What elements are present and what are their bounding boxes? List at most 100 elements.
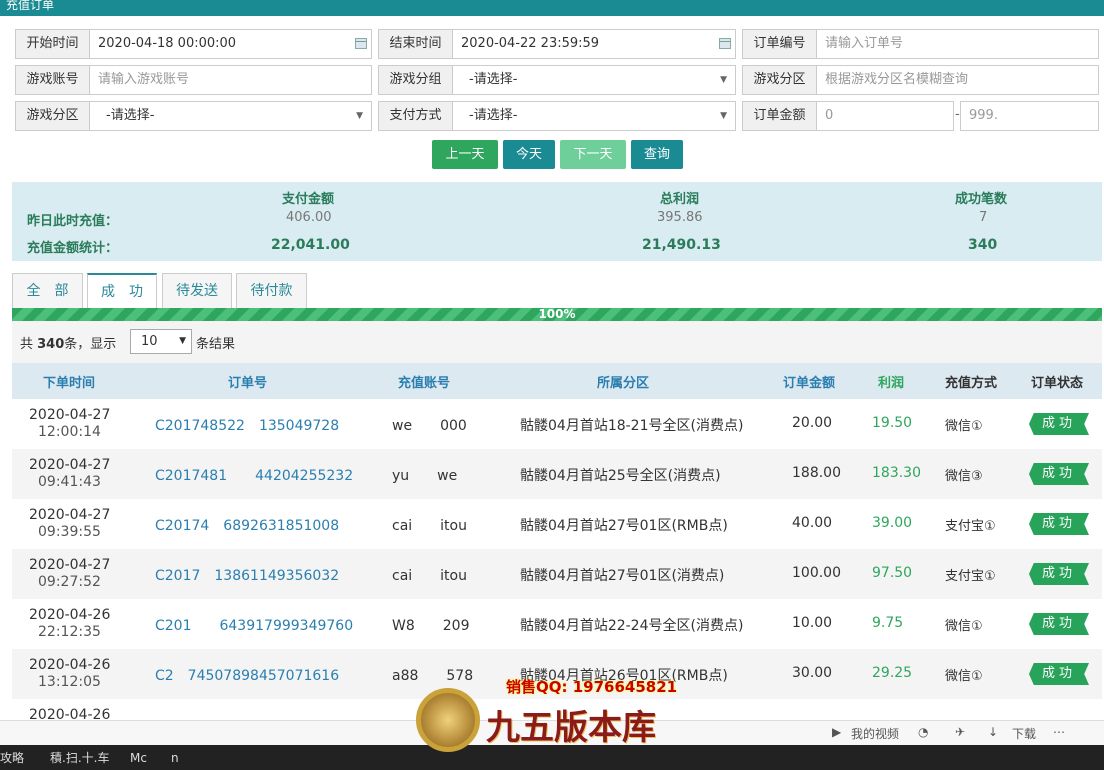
row-account: yu we	[392, 468, 458, 484]
col-account[interactable]: 充值账号	[398, 372, 450, 391]
prev-day-button[interactable]: 上一天	[432, 140, 498, 169]
more-icon[interactable]: ⋯	[1053, 725, 1065, 739]
stats-yesterday-profit: 395.86	[657, 210, 703, 225]
stats-total-pay: 22,041.00	[271, 237, 350, 253]
row-order-no[interactable]: C2017481 44204255232	[155, 465, 353, 485]
stats-row2-label: 充值金额统计：	[27, 241, 119, 256]
amount-min-field[interactable]: 订单金额 0	[742, 101, 954, 131]
download-link[interactable]: 下载	[1012, 725, 1036, 742]
row-zone: 骷髅04月首站18-21号全区(消费点)	[520, 418, 744, 434]
chevron-down-icon[interactable]: ▼	[720, 102, 727, 130]
game-group-select[interactable]: -请选择-	[453, 66, 735, 94]
row-amount: 20.00	[792, 415, 833, 431]
stats-header-profit: 总利润	[660, 192, 700, 207]
game-group-field[interactable]: 游戏分组 -请选择- ▼	[378, 65, 736, 95]
taskbar-item[interactable]: 積.扫.十.车	[50, 749, 109, 766]
stats-yesterday-count: 7	[979, 210, 988, 225]
speed-icon[interactable]: ◔	[918, 725, 928, 739]
dragon-logo-icon	[416, 688, 480, 752]
amount-min-input[interactable]: 0	[817, 102, 953, 130]
row-date: 2020-04-27	[29, 407, 111, 423]
header-title: 充值订单	[6, 0, 55, 12]
game-zone-label: 游戏分区	[16, 102, 90, 130]
status-badge: 成功	[1029, 613, 1089, 635]
video-icon[interactable]: ▶	[832, 725, 841, 739]
chevron-down-icon[interactable]: ▼	[179, 330, 186, 353]
chevron-down-icon[interactable]: ▼	[356, 102, 363, 130]
start-time-input[interactable]: 2020-04-18 00:00:00	[90, 30, 371, 58]
game-zone-field[interactable]: 游戏分区 -请选择- ▼	[15, 101, 372, 131]
row-date: 2020-04-26	[29, 607, 111, 623]
pin-icon[interactable]: ✈	[955, 725, 965, 739]
taskbar-item[interactable]: 攻略	[0, 749, 24, 766]
game-account-field[interactable]: 游戏账号 请输入游戏账号	[15, 65, 372, 95]
row-order-no[interactable]: C201 643917999349760	[155, 615, 353, 635]
status-badge: 成功	[1029, 663, 1089, 685]
taskbar-item[interactable]: Mc n	[130, 749, 179, 766]
row-order-no[interactable]: C20174 6892631851008	[155, 515, 339, 535]
amount-max-field[interactable]: 999.	[960, 101, 1099, 131]
order-no-input[interactable]: 请输入订单号	[817, 30, 1098, 58]
my-video-link[interactable]: 我的视频	[851, 725, 899, 742]
game-zone-select[interactable]: -请选择-	[90, 102, 371, 130]
start-time-field[interactable]: 开始时间 2020-04-18 00:00:00	[15, 29, 372, 59]
stats-header-count: 成功笔数	[955, 192, 1008, 207]
row-account: cai itou	[392, 568, 467, 584]
col-status[interactable]: 订单状态	[1031, 372, 1083, 391]
next-day-button[interactable]: 下一天	[560, 140, 626, 169]
row-order-no[interactable]: C2017 13861149356032	[155, 565, 339, 585]
query-button[interactable]: 查询	[631, 140, 683, 169]
col-amount[interactable]: 订单金额	[783, 372, 835, 391]
table-row: 2020-04-26 22:12:35 C201 643917999349760 W8…	[12, 599, 1102, 649]
chevron-down-icon[interactable]: ▼	[720, 66, 727, 94]
row-time: 09:41:43	[38, 474, 101, 490]
amount-range-separator: -	[955, 107, 960, 122]
row-profit: 19.50	[872, 415, 913, 431]
row-zone: 骷髅04月首站27号01区(RMB点)	[520, 518, 728, 534]
game-zone-search-input[interactable]: 根据游戏分区名模糊查询	[817, 66, 1098, 94]
today-button[interactable]: 今天	[503, 140, 555, 169]
page-size-select[interactable]: 10 ▼	[130, 329, 192, 354]
col-pay-method[interactable]: 充值方式	[945, 372, 997, 391]
order-no-field[interactable]: 订单编号 请输入订单号	[742, 29, 1099, 59]
row-zone: 骷髅04月首站22-24号全区(消费点)	[520, 618, 744, 634]
row-date: 2020-04-27	[29, 457, 111, 473]
row-profit: 39.00	[872, 515, 913, 531]
row-amount: 100.00	[792, 565, 841, 581]
summary-text: 共 340条，显示	[20, 337, 117, 352]
amount-max-input[interactable]: 999.	[961, 102, 1098, 130]
pay-method-select[interactable]: -请选择-	[453, 102, 735, 130]
row-pay-method: 支付宝①	[945, 569, 996, 584]
download-icon[interactable]: ↓	[988, 725, 998, 739]
pay-method-field[interactable]: 支付方式 -请选择- ▼	[378, 101, 736, 131]
ad-text: 销售QQ: 1976645821	[506, 678, 678, 696]
row-pay-method: 微信①	[945, 419, 983, 434]
col-profit[interactable]: 利润	[878, 372, 904, 391]
progress-label: 100%	[538, 307, 576, 321]
tab-pending-send[interactable]: 待发送	[162, 273, 232, 308]
end-time-field[interactable]: 结束时间 2020-04-22 23:59:59	[378, 29, 736, 59]
stats-row1-label: 昨日此时充值：	[27, 214, 119, 229]
status-badge: 成功	[1029, 413, 1089, 435]
col-zone[interactable]: 所属分区	[597, 372, 649, 391]
calendar-icon[interactable]	[719, 38, 731, 49]
row-time: 22:12:35	[38, 624, 101, 640]
game-zone-search-label: 游戏分区	[743, 66, 817, 94]
game-account-input[interactable]: 请输入游戏账号	[90, 66, 371, 94]
stats-header-pay: 支付金额	[282, 192, 335, 207]
row-order-no[interactable]: C201748522 135049728	[155, 415, 339, 435]
col-order-time[interactable]: 下单时间	[43, 372, 95, 391]
tab-all[interactable]: 全 部	[12, 273, 83, 308]
row-amount: 30.00	[792, 665, 833, 681]
row-profit: 29.25	[872, 665, 913, 681]
game-zone-search-field[interactable]: 游戏分区 根据游戏分区名模糊查询	[742, 65, 1099, 95]
end-time-input[interactable]: 2020-04-22 23:59:59	[453, 30, 735, 58]
calendar-icon[interactable]	[355, 38, 367, 49]
tab-pending-pay[interactable]: 待付款	[236, 273, 307, 308]
row-pay-method: 微信①	[945, 669, 983, 684]
row-date: 2020-04-27	[29, 507, 111, 523]
col-order-no[interactable]: 订单号	[228, 372, 267, 391]
row-order-no[interactable]: C2 74507898457071616	[155, 665, 339, 685]
tab-success[interactable]: 成 功	[87, 273, 157, 309]
row-pay-method: 支付宝①	[945, 519, 996, 534]
